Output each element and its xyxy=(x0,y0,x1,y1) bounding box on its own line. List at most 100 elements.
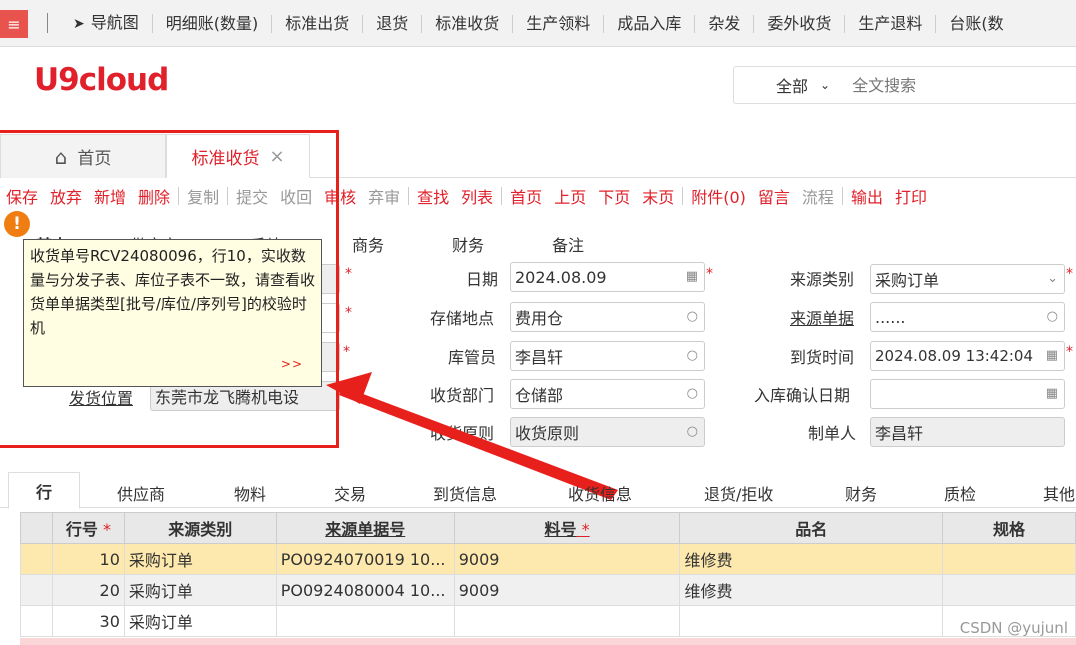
source-type-select[interactable]: 采购订单 ⌄ xyxy=(870,264,1065,294)
menu-item-misc-issue[interactable]: 杂发 xyxy=(695,14,755,33)
warning-icon[interactable]: ! xyxy=(4,211,30,237)
keeper-field[interactable]: 李昌轩 ○ xyxy=(510,341,705,371)
tab-receipt-info[interactable]: 收货信息 xyxy=(568,481,632,505)
calendar-icon[interactable]: ▦ xyxy=(1046,348,1058,363)
list-button[interactable]: 列表 xyxy=(455,184,499,208)
tab-business[interactable]: 商务 xyxy=(352,232,384,256)
cell-source-type[interactable]: 采购订单 xyxy=(123,574,277,606)
find-button[interactable]: 查找 xyxy=(411,184,455,208)
cell-spec[interactable] xyxy=(942,574,1076,606)
cell-item-name[interactable]: 维修费 xyxy=(679,543,944,575)
menu-item-standard-receipt[interactable]: 标准收货 xyxy=(422,14,514,33)
chevron-down-icon[interactable]: ⌄ xyxy=(1047,271,1058,286)
dept-field[interactable]: 仓储部 ○ xyxy=(510,379,705,409)
menu-item-production-return[interactable]: 生产退料 xyxy=(845,14,937,33)
tab-finance[interactable]: 财务 xyxy=(452,232,484,256)
cell-source-doc[interactable]: PO0924070019 10... xyxy=(275,543,455,575)
row-selector[interactable] xyxy=(20,605,53,637)
table-row[interactable]: 30 采购订单 xyxy=(20,605,1076,637)
search-icon[interactable]: ○ xyxy=(687,424,698,439)
cell-source-type[interactable]: 采购订单 xyxy=(123,543,277,575)
attachment-button[interactable]: 附件(0) xyxy=(685,184,752,208)
confirm-date-field[interactable]: ▦ xyxy=(870,379,1065,409)
tab-row[interactable]: 行 xyxy=(8,472,80,509)
tab-arrival-info[interactable]: 到货信息 xyxy=(433,481,497,505)
prev-page-button[interactable]: 上页 xyxy=(548,184,592,208)
cell-item-code[interactable] xyxy=(453,605,681,637)
col-spec[interactable]: 规格 xyxy=(942,512,1076,544)
date-label: 日期 xyxy=(466,270,499,289)
export-button[interactable]: 输出 xyxy=(845,184,889,208)
required-mark: * xyxy=(1066,266,1073,282)
arrival-label: 到货时间 xyxy=(790,348,855,367)
col-item-name[interactable]: 品名 xyxy=(679,512,944,544)
col-source-type[interactable]: 来源类别 xyxy=(123,512,277,544)
menu-divider xyxy=(47,13,48,33)
col-source-doc[interactable]: 来源单据号 xyxy=(275,512,455,544)
calendar-icon[interactable]: ▦ xyxy=(1046,386,1058,401)
cell-source-doc[interactable] xyxy=(275,605,455,637)
cell-item-name[interactable]: 维修费 xyxy=(679,574,944,606)
source-doc-field[interactable]: ...... ○ xyxy=(870,302,1065,332)
dept-value: 仓储部 xyxy=(515,386,564,405)
table-row[interactable]: 20 采购订单 PO0924080004 10... 9009 维修费 xyxy=(20,574,1076,606)
comment-button[interactable]: 留言 xyxy=(752,184,796,208)
cell-item-code[interactable]: 9009 xyxy=(453,574,681,606)
cell-item-code[interactable]: 9009 xyxy=(453,543,681,575)
last-page-button[interactable]: 末页 xyxy=(636,184,680,208)
menu-item-nav-map[interactable]: ➤ 导航图 xyxy=(60,14,153,33)
source-type-value: 采购订单 xyxy=(875,271,940,290)
cell-spec[interactable] xyxy=(942,543,1076,575)
tab-transaction[interactable]: 交易 xyxy=(334,481,366,505)
cell-line-no[interactable]: 30 xyxy=(51,605,125,637)
cell-line-no[interactable]: 10 xyxy=(51,543,125,575)
search-icon[interactable]: ○ xyxy=(687,348,698,363)
date-field[interactable]: 2024.08.09 ▦ xyxy=(510,262,705,292)
menu-item-finished-goods[interactable]: 成品入库 xyxy=(604,14,696,33)
print-button[interactable]: 打印 xyxy=(889,184,933,208)
tab-return-reject[interactable]: 退货/拒收 xyxy=(704,481,773,505)
search-input[interactable] xyxy=(852,75,1033,95)
first-page-button[interactable]: 首页 xyxy=(504,184,548,208)
col-source-doc-label: 来源单据号 xyxy=(325,520,406,539)
menu-item-outsource-receipt[interactable]: 委外收货 xyxy=(754,14,846,33)
col-item-code[interactable]: 料号 * xyxy=(453,512,681,544)
workflow-button[interactable]: 流程 xyxy=(796,184,840,208)
tab-quality[interactable]: 质检 xyxy=(944,481,976,505)
search-icon[interactable]: ○ xyxy=(687,309,698,324)
menu-item-standard-shipment[interactable]: 标准出货 xyxy=(272,14,364,33)
arrival-field[interactable]: 2024.08.09 13:42:04 ▦ xyxy=(870,341,1065,371)
search-scope-select[interactable]: 全部 xyxy=(776,73,808,97)
tab-detail-supplier[interactable]: 供应商 xyxy=(117,481,165,505)
table-row[interactable]: 10 采购订单 PO0924070019 10... 9009 维修费 xyxy=(20,543,1076,575)
menu-item-ledger[interactable]: 明细账(数量) xyxy=(153,14,273,33)
hamburger-menu-icon[interactable]: ≡ xyxy=(0,10,28,38)
source-doc-label[interactable]: 来源单据 xyxy=(790,305,854,329)
unapprove-button[interactable]: 弃审 xyxy=(362,184,406,208)
cell-item-name[interactable] xyxy=(679,605,944,637)
menu-item-account[interactable]: 台账(数 xyxy=(936,14,1016,33)
date-value: 2024.08.09 xyxy=(515,267,607,287)
menu-item-return[interactable]: 退货 xyxy=(363,14,423,33)
cell-line-no[interactable]: 20 xyxy=(51,574,125,606)
tab-remarks[interactable]: 备注 xyxy=(552,232,584,256)
principle-field[interactable]: 收货原则 ○ xyxy=(510,417,705,447)
cell-source-doc[interactable]: PO0924080004 10... xyxy=(275,574,455,606)
next-page-button[interactable]: 下页 xyxy=(592,184,636,208)
cell-source-type[interactable]: 采购订单 xyxy=(123,605,277,637)
search-icon[interactable]: ○ xyxy=(1047,309,1058,324)
required-mark: * xyxy=(706,266,713,282)
tab-material[interactable]: 物料 xyxy=(234,481,266,505)
maker-field[interactable]: 李昌轩 xyxy=(870,417,1065,447)
storage-field[interactable]: 费用仓 ○ xyxy=(510,302,705,332)
tab-other[interactable]: 其他 xyxy=(1043,481,1075,505)
tooltip-more-link[interactable]: >> xyxy=(281,352,303,376)
tab-detail-finance[interactable]: 财务 xyxy=(845,481,877,505)
chevron-down-icon[interactable]: ⌄ xyxy=(820,78,830,92)
search-icon[interactable]: ○ xyxy=(687,386,698,401)
col-line-no[interactable]: 行号 * xyxy=(51,512,125,544)
row-selector[interactable] xyxy=(20,574,53,606)
row-selector[interactable] xyxy=(20,543,53,575)
calendar-icon[interactable]: ▦ xyxy=(686,269,698,284)
menu-item-production-issue[interactable]: 生产领料 xyxy=(513,14,605,33)
